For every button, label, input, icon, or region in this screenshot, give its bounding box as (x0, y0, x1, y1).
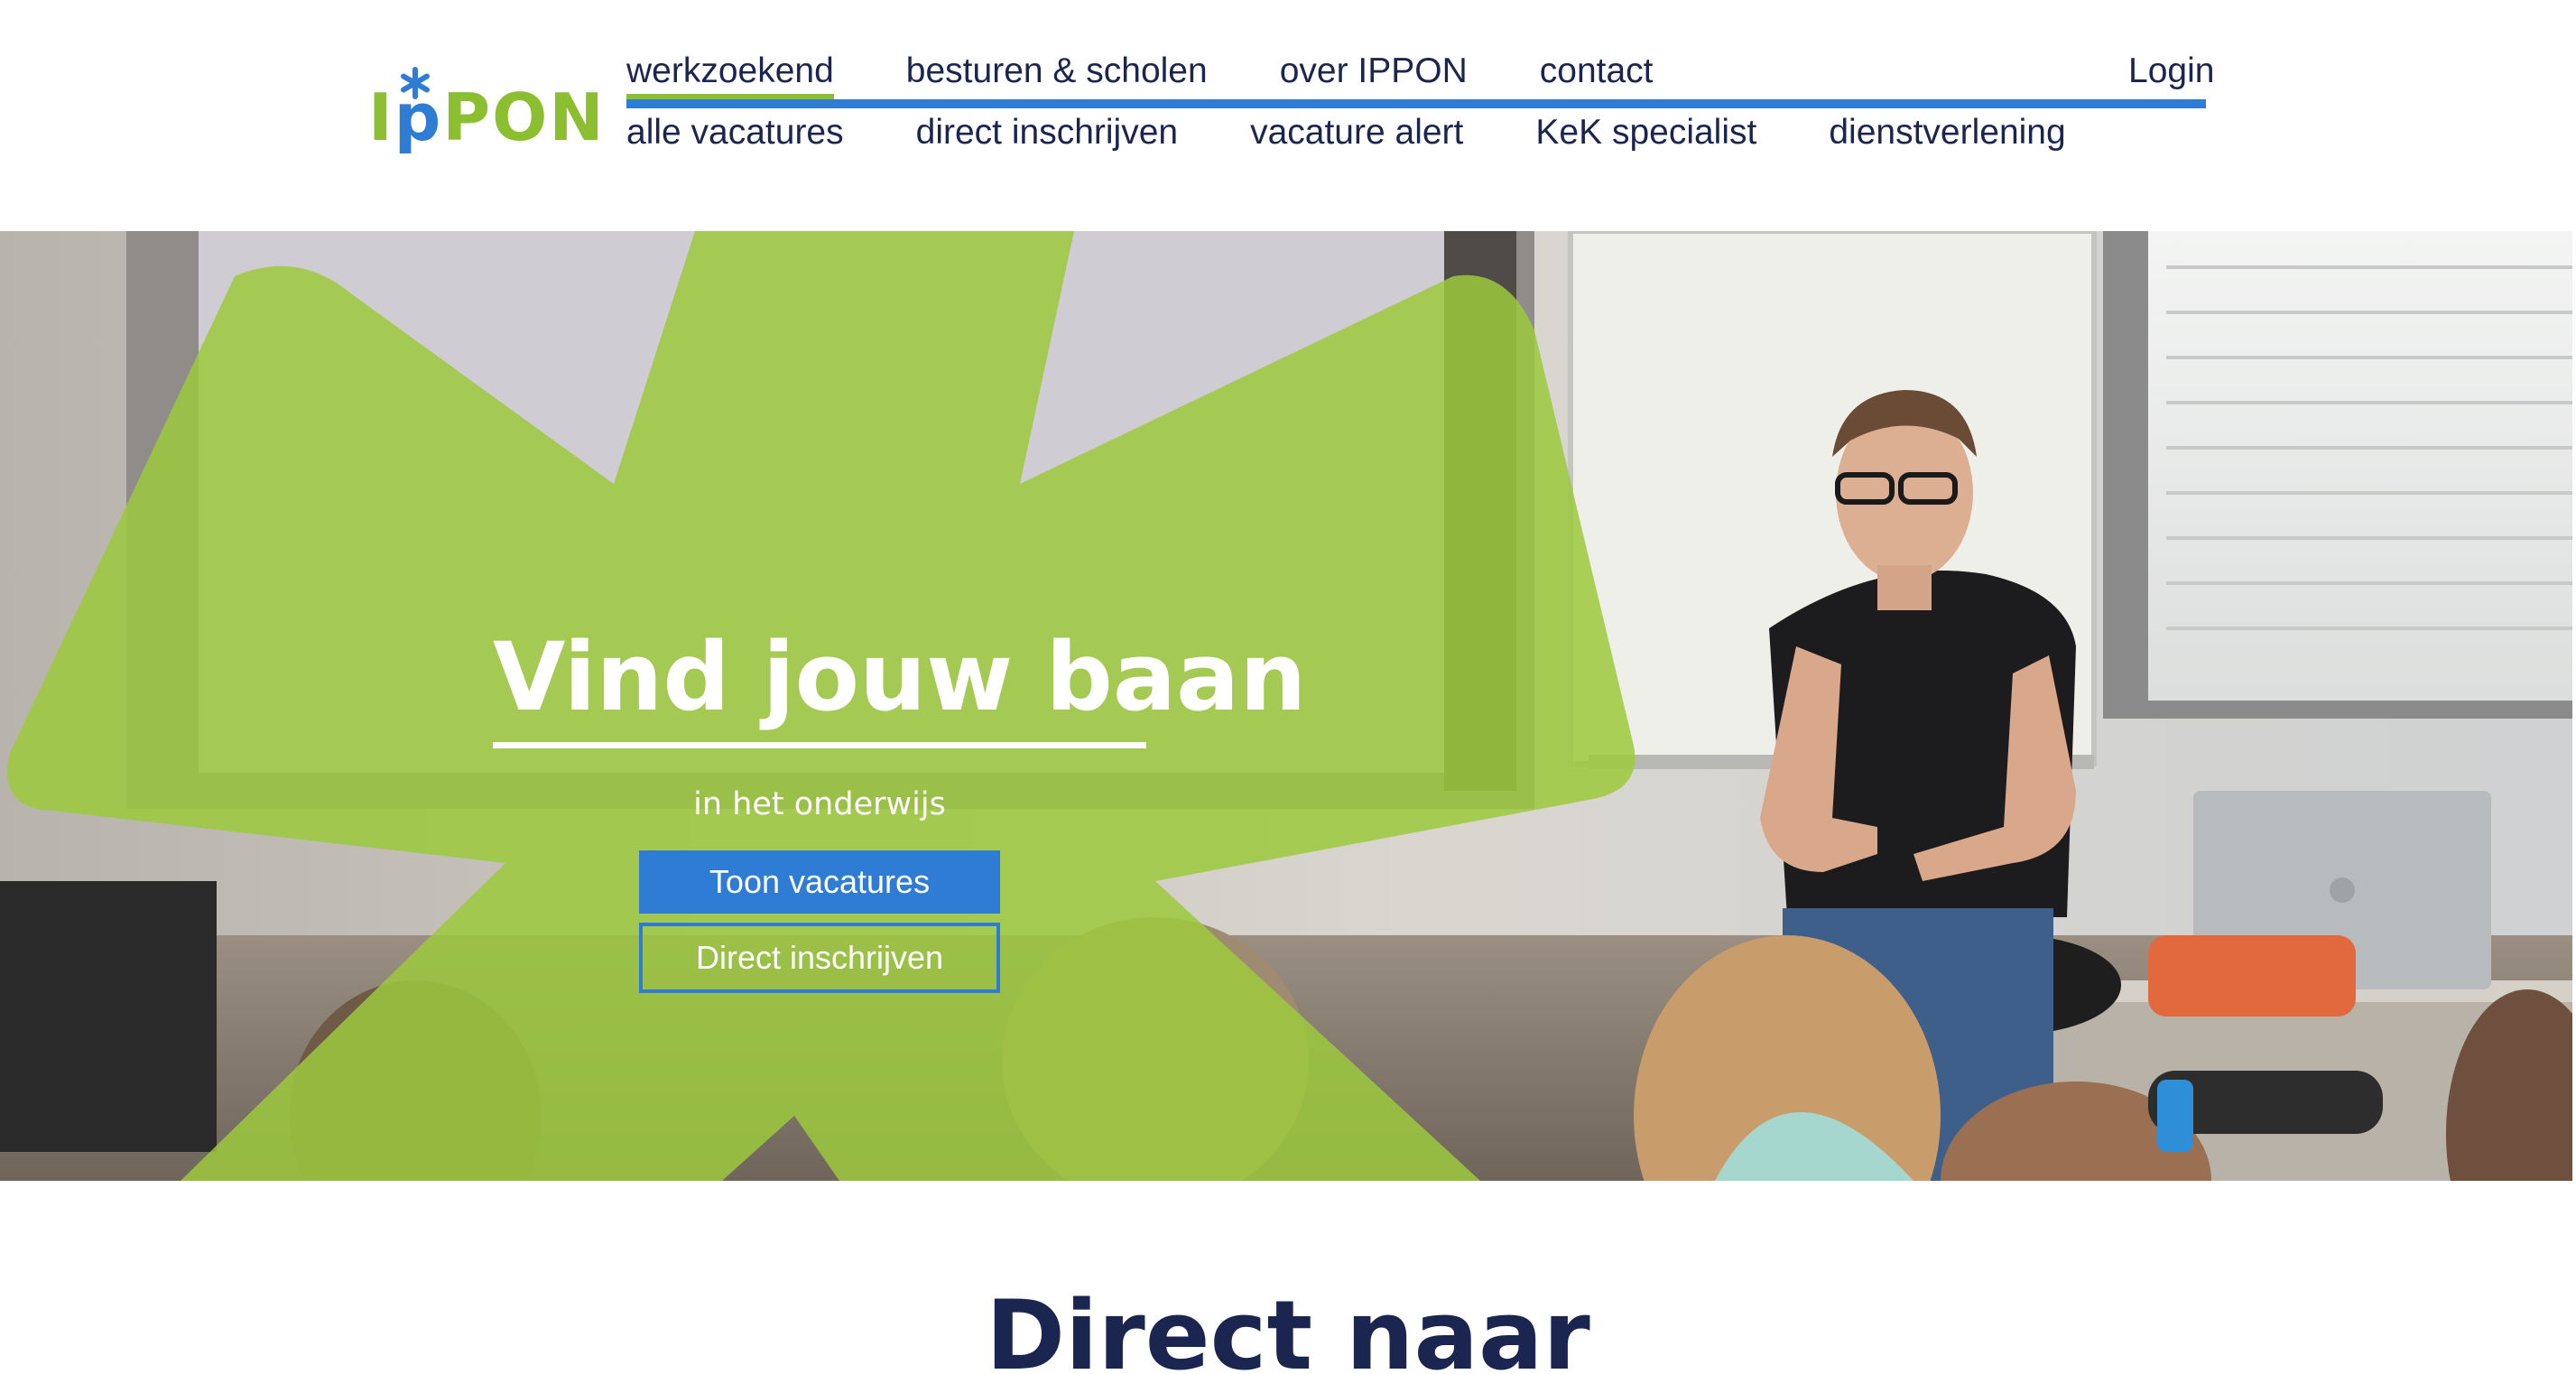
nav-item-besturen-scholen[interactable]: besturen & scholen (906, 49, 1208, 94)
direct-naar-heading: Direct naar (986, 1280, 1590, 1374)
nav-item-contact[interactable]: contact (1540, 49, 1654, 94)
site-header: IpPON werkzoekend besturen & scholen ove… (0, 0, 2576, 231)
nav-divider (626, 99, 2206, 108)
direct-register-button[interactable]: Direct inschrijven (639, 923, 1000, 993)
hero-subtitle: in het onderwijs (693, 786, 946, 822)
ippon-logo[interactable]: IpPON (368, 58, 604, 166)
sub-nav: alle vacatures direct inschrijven vacatu… (626, 110, 2066, 155)
sub-nav-kek-specialist[interactable]: KeK specialist (1535, 110, 1756, 155)
hero-title-underline (493, 742, 1146, 748)
nav-item-werkzoekend[interactable]: werkzoekend (626, 49, 834, 103)
nav-item-over-ippon[interactable]: over IPPON (1280, 49, 1468, 94)
sub-nav-vacature-alert[interactable]: vacature alert (1250, 110, 1463, 155)
page: IpPON werkzoekend besturen & scholen ove… (0, 0, 2576, 1374)
sub-nav-direct-inschrijven[interactable]: direct inschrijven (916, 110, 1178, 155)
sub-nav-dienstverlening[interactable]: dienstverlening (1829, 110, 2065, 155)
hero-banner: Vind jouw baan in het onderwijs Toon vac… (0, 231, 2572, 1181)
main-nav: werkzoekend besturen & scholen over IPPO… (626, 49, 1654, 103)
show-vacancies-button[interactable]: Toon vacatures (639, 850, 1000, 914)
login-link[interactable]: Login (2128, 49, 2214, 94)
sub-nav-alle-vacatures[interactable]: alle vacatures (626, 110, 844, 155)
hero-title: Vind jouw baan (493, 622, 1307, 732)
logo-wordmark: IpPON (368, 79, 606, 155)
